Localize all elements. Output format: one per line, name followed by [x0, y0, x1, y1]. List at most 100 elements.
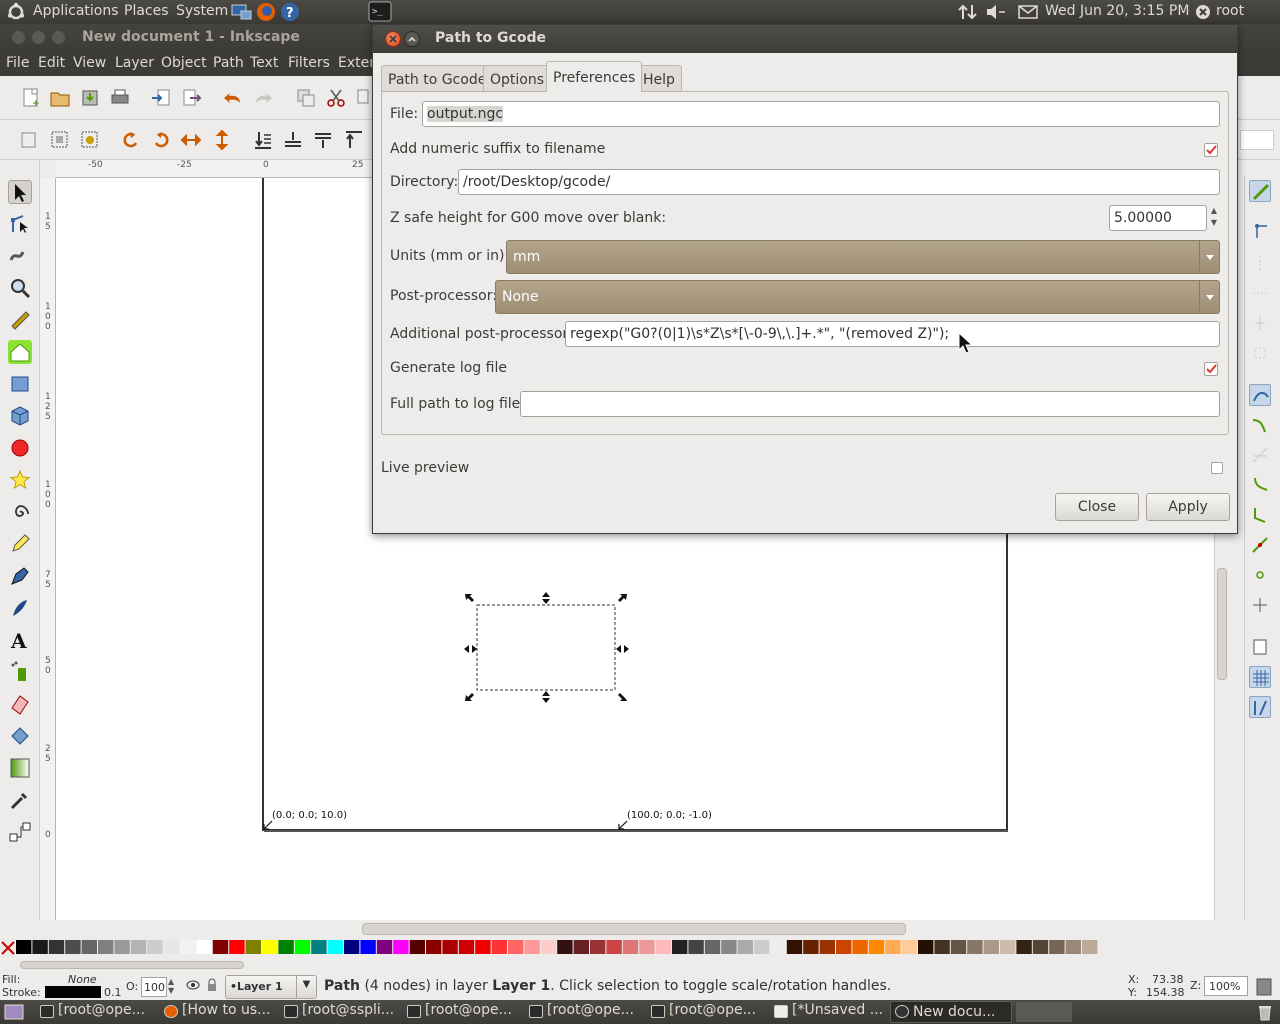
- color-swatch[interactable]: [786, 940, 803, 954]
- color-swatch[interactable]: [1049, 940, 1065, 954]
- color-swatch[interactable]: [852, 940, 868, 954]
- snap-bbox-icon[interactable]: [1249, 220, 1271, 242]
- color-swatch[interactable]: [147, 940, 163, 954]
- color-swatch[interactable]: [737, 940, 753, 954]
- undo-icon[interactable]: [222, 87, 244, 109]
- raise-to-top-icon[interactable]: [343, 129, 365, 151]
- color-swatch[interactable]: [622, 940, 639, 954]
- workspace-switcher[interactable]: [1016, 1002, 1072, 1022]
- horizontal-scroll-thumb[interactable]: [362, 923, 906, 935]
- network-updown-icon[interactable]: [958, 3, 978, 21]
- snap-rotation-center-icon[interactable]: [1249, 594, 1271, 616]
- menu-places[interactable]: Places: [124, 3, 169, 19]
- menu-view[interactable]: View: [73, 55, 106, 71]
- user-name[interactable]: root: [1216, 3, 1244, 19]
- lower-to-bottom-icon[interactable]: [252, 129, 274, 151]
- snap-intersections-icon[interactable]: [1249, 444, 1271, 466]
- zsafe-spin-icon[interactable]: ▲ ▼: [1208, 205, 1220, 231]
- directory-input[interactable]: /root/Desktop/gcode/: [458, 169, 1220, 195]
- lock-icon[interactable]: [206, 978, 218, 995]
- color-swatch[interactable]: [426, 940, 442, 954]
- duplicate-icon[interactable]: [295, 87, 317, 109]
- color-swatch[interactable]: [180, 940, 196, 954]
- color-swatch[interactable]: [1000, 940, 1016, 954]
- color-swatch[interactable]: [262, 940, 278, 954]
- color-swatch[interactable]: [376, 940, 393, 954]
- palette-scroll-thumb[interactable]: [20, 961, 244, 969]
- color-swatch[interactable]: [344, 940, 360, 954]
- close-button[interactable]: Close: [1055, 493, 1139, 521]
- rotate-cw-icon[interactable]: [150, 129, 172, 151]
- live-preview-checkbox[interactable]: [1211, 462, 1223, 474]
- menu-system[interactable]: System: [176, 3, 228, 19]
- flip-vertical-icon[interactable]: [211, 129, 233, 151]
- print-icon[interactable]: [109, 87, 131, 109]
- color-swatch[interactable]: [557, 940, 573, 954]
- snap-cusp-nodes-icon[interactable]: [1249, 474, 1271, 496]
- color-swatch[interactable]: [458, 940, 475, 954]
- color-swatch[interactable]: [836, 940, 852, 954]
- taskbar-item[interactable]: [*Unsaved ...: [770, 1002, 888, 1022]
- calligraphy-tool-icon[interactable]: [8, 596, 32, 620]
- zsafe-input[interactable]: 5.00000: [1109, 205, 1207, 231]
- close-icon[interactable]: [385, 31, 401, 47]
- opacity-input[interactable]: 100: [141, 977, 167, 997]
- color-swatch[interactable]: [688, 940, 704, 954]
- color-swatch[interactable]: [327, 940, 343, 954]
- zoom-tool-icon[interactable]: [8, 276, 32, 300]
- color-swatch[interactable]: [967, 940, 983, 954]
- star-tool-icon[interactable]: [8, 468, 32, 492]
- node-tool-icon[interactable]: [8, 212, 32, 236]
- color-swatch[interactable]: [508, 940, 524, 954]
- apply-button[interactable]: Apply: [1146, 493, 1230, 521]
- stroke-swatch[interactable]: [45, 986, 101, 998]
- firefox-icon[interactable]: [256, 2, 276, 22]
- color-swatch[interactable]: [65, 940, 81, 954]
- network-computer-icon[interactable]: [231, 3, 253, 21]
- color-swatch[interactable]: [590, 940, 606, 954]
- deselect-icon[interactable]: [79, 129, 101, 151]
- tweak-tool-icon[interactable]: [8, 244, 32, 268]
- color-swatch[interactable]: [1016, 940, 1032, 954]
- menu-text[interactable]: Text: [250, 55, 278, 71]
- user-status-icon[interactable]: [1195, 4, 1211, 20]
- menu-filters[interactable]: Filters: [288, 55, 330, 71]
- snap-midpoints-icon[interactable]: [1249, 534, 1271, 556]
- clock[interactable]: Wed Jun 20, 3:15 PM: [1045, 3, 1189, 19]
- snap-bbox-corner-icon[interactable]: [1249, 282, 1271, 304]
- connector-tool-icon[interactable]: [8, 820, 32, 844]
- color-swatch[interactable]: [32, 940, 48, 954]
- color-swatch[interactable]: [885, 940, 901, 954]
- spiral-tool-icon[interactable]: [8, 500, 32, 524]
- color-swatch[interactable]: [442, 940, 458, 954]
- color-swatch[interactable]: [868, 940, 885, 954]
- layer-dropdown[interactable]: •Layer 1 ▼: [225, 975, 317, 999]
- additional-postproc-input[interactable]: regexp("G0?(0|1)\s*Z\s*[\-0-9\,\.]+.*", …: [565, 321, 1220, 347]
- units-dropdown[interactable]: mm: [506, 240, 1220, 274]
- menu-object[interactable]: Object: [161, 55, 207, 71]
- maximize-window-icon[interactable]: [52, 31, 65, 44]
- file-input[interactable]: output.ngc: [422, 101, 1220, 127]
- taskbar-item[interactable]: [How to us...: [160, 1002, 276, 1022]
- color-swatch[interactable]: [573, 940, 589, 954]
- color-swatch[interactable]: [16, 940, 32, 954]
- color-swatch[interactable]: [819, 940, 835, 954]
- cut-icon[interactable]: [325, 87, 347, 109]
- color-swatch[interactable]: [311, 940, 327, 954]
- selector-tool-icon[interactable]: [8, 180, 32, 204]
- color-swatch[interactable]: [294, 940, 311, 954]
- snap-bbox-edge-icon[interactable]: [1249, 252, 1271, 274]
- tab-path-to-gcode[interactable]: Path to Gcode: [381, 65, 494, 91]
- rectangle-tool-icon[interactable]: [8, 372, 32, 396]
- terminal-launcher-icon[interactable]: >_: [368, 1, 392, 23]
- color-swatch[interactable]: [721, 940, 737, 954]
- color-swatches[interactable]: [16, 940, 1272, 956]
- color-swatch[interactable]: [704, 940, 721, 954]
- raise-icon[interactable]: [312, 129, 334, 151]
- snap-enable-icon[interactable]: [1249, 180, 1271, 202]
- menu-file[interactable]: File: [6, 55, 29, 71]
- 3d-box-home-icon[interactable]: [8, 340, 32, 364]
- snap-nodes-icon[interactable]: [1249, 384, 1271, 406]
- taskbar-item[interactable]: [root@sspli...: [280, 1002, 398, 1022]
- snap-object-center-icon[interactable]: [1249, 564, 1271, 586]
